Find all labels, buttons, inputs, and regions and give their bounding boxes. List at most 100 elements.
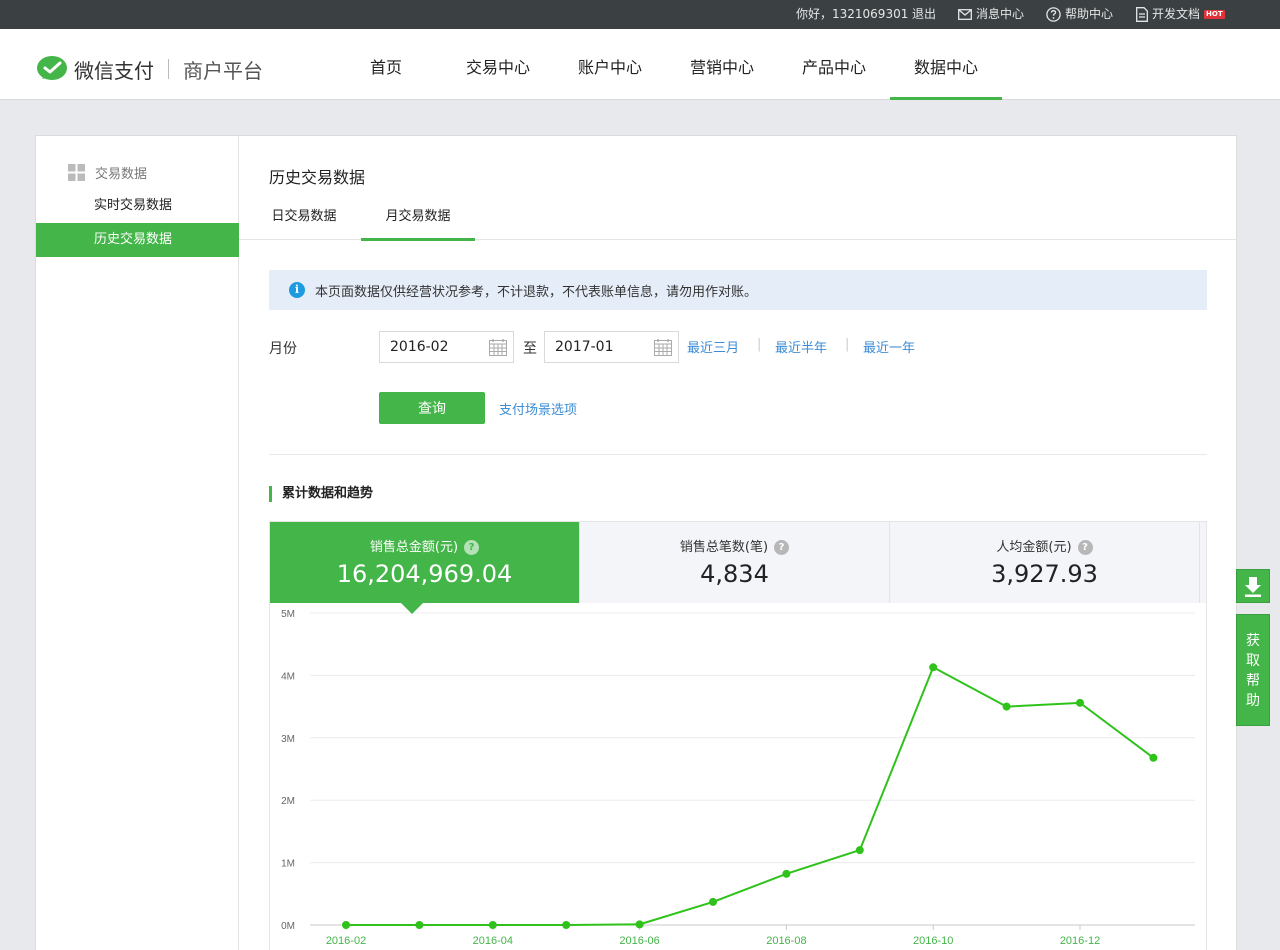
help-icon[interactable]: ?: [464, 540, 480, 555]
logo-subtitle: 商户平台: [183, 58, 263, 83]
section-title: 累计数据和趋势: [269, 486, 373, 502]
x-tick-label: 2016-02: [326, 935, 366, 947]
stat-per-capita[interactable]: 人均金额(元)? 3,927.93: [890, 522, 1200, 603]
y-tick-label: 0M: [281, 921, 295, 932]
mail-icon: [958, 9, 972, 20]
top-bar: 你好，1321069301 退出 消息中心 帮助中心 开发文档 HOT: [0, 0, 1280, 29]
stat-per-capita-label-row: 人均金额(元)?: [890, 536, 1199, 555]
nav-marketing-center[interactable]: 营销中心: [666, 29, 778, 100]
data-point: [855, 846, 864, 855]
help-char: 取: [1246, 653, 1260, 669]
stat-total-count[interactable]: 销售总笔数(笔)? 4,834: [580, 522, 890, 603]
nav-home[interactable]: 首页: [330, 29, 442, 100]
help-icon[interactable]: ?: [1077, 540, 1093, 555]
series-line: [346, 665, 1154, 926]
quick-range-separator: |: [845, 337, 850, 352]
sidebar: 交易数据 实时交易数据 历史交易数据: [36, 136, 239, 950]
help-char: 帮: [1246, 673, 1260, 689]
wechat-pay-logo-icon: [37, 56, 67, 80]
quick-range-1-year[interactable]: 最近一年: [863, 337, 915, 356]
y-tick-label: 3M: [281, 734, 295, 745]
stat-value: 16,204,969.04: [336, 560, 513, 588]
x-tick-label: 2016-12: [1060, 935, 1100, 947]
sidebar-item-history[interactable]: 历史交易数据: [36, 223, 239, 257]
main-nav: 首页 交易中心 账户中心 营销中心 产品中心 数据中心: [330, 29, 1002, 100]
y-tick-label: 4M: [281, 671, 295, 682]
stat-total-sales-label-row: 销售总金额(元)?: [270, 536, 579, 555]
section-divider: [269, 454, 1207, 455]
get-help-button[interactable]: 获 取 帮 助: [1236, 614, 1270, 726]
nav-trade-center[interactable]: 交易中心: [442, 29, 554, 100]
calendar-icon[interactable]: [654, 339, 672, 356]
data-point: [709, 897, 717, 906]
messages-label: 消息中心: [976, 7, 1025, 21]
help-label: 帮助中心: [1065, 7, 1114, 21]
nav-data-center[interactable]: 数据中心: [890, 29, 1002, 100]
download-button[interactable]: [1236, 569, 1270, 603]
x-tick-label: 2016-10: [913, 935, 953, 947]
start-month-input[interactable]: 2016-02: [379, 331, 514, 363]
messages-link[interactable]: 消息中心: [958, 0, 1024, 29]
question-circle-icon: [1046, 7, 1061, 22]
content-area: 历史交易数据 日交易数据 月交易数据 i 本页面数据仅供经营状况参考，不计退款，…: [239, 136, 1237, 950]
info-icon: i: [289, 282, 305, 298]
data-point: [782, 869, 791, 878]
help-char: 获: [1246, 633, 1260, 649]
month-label: 月份: [269, 341, 297, 357]
active-stat-pointer: [401, 603, 423, 614]
download-icon: [1245, 577, 1261, 597]
stat-label: 人均金额(元): [996, 540, 1072, 555]
help-char: 助: [1246, 693, 1260, 709]
stat-total-sales[interactable]: 销售总金额(元)? 16,204,969.04: [270, 522, 580, 603]
page-title: 历史交易数据: [269, 168, 366, 187]
payment-scene-options-link[interactable]: 支付场景选项: [499, 399, 577, 418]
stat-value: 3,927.93: [991, 560, 1098, 588]
data-point: [635, 920, 644, 929]
data-point: [1149, 753, 1158, 762]
logo[interactable]: 微信支付 商户平台: [36, 54, 263, 84]
tab-bar: 日交易数据 月交易数据: [239, 200, 1237, 241]
data-point: [342, 921, 350, 929]
data-point: [929, 663, 938, 672]
calendar-icon[interactable]: [489, 339, 507, 356]
to-label: 至: [523, 341, 537, 357]
help-link[interactable]: 帮助中心: [1046, 0, 1113, 29]
query-button[interactable]: 查询: [379, 392, 485, 424]
tab-daily[interactable]: 日交易数据: [269, 200, 339, 240]
tab-monthly[interactable]: 月交易数据: [361, 200, 475, 241]
logo-text: 微信支付: [74, 58, 154, 83]
notice-text: 本页面数据仅供经营状况参考，不计退款，不代表账单信息，请勿用作对账。: [315, 284, 758, 300]
x-tick-label: 2016-04: [473, 935, 513, 947]
quick-range-separator: |: [757, 337, 762, 352]
document-icon: [1136, 7, 1148, 22]
grid-icon: [68, 164, 85, 181]
data-point: [415, 921, 424, 929]
nav-account-center[interactable]: 账户中心: [554, 29, 666, 100]
quick-range-3-months[interactable]: 最近三月: [687, 337, 739, 356]
hot-badge: HOT: [1204, 10, 1225, 19]
y-tick-label: 1M: [281, 859, 295, 870]
stat-value: 4,834: [700, 560, 769, 588]
main-panel: 交易数据 实时交易数据 历史交易数据 历史交易数据 日交易数据 月交易数据 i …: [35, 135, 1237, 950]
notice-banner: i 本页面数据仅供经营状况参考，不计退款，不代表账单信息，请勿用作对账。: [269, 270, 1207, 310]
greeting-text: 你好，1321069301: [796, 7, 909, 21]
logout-link[interactable]: 退出: [912, 0, 936, 29]
data-point: [1076, 698, 1084, 707]
x-tick-label: 2016-08: [766, 935, 806, 947]
docs-label: 开发文档: [1152, 7, 1201, 21]
quick-range-6-months[interactable]: 最近半年: [775, 337, 827, 356]
docs-link[interactable]: 开发文档 HOT: [1136, 0, 1225, 29]
nav-product-center[interactable]: 产品中心: [778, 29, 890, 100]
end-month-input[interactable]: 2017-01: [544, 331, 679, 363]
stat-label: 销售总笔数(笔): [679, 540, 769, 555]
sidebar-item-realtime[interactable]: 实时交易数据: [36, 189, 239, 223]
sidebar-group-label: 交易数据: [95, 167, 148, 182]
stats-tabs: 销售总金额(元)? 16,204,969.04 销售总笔数(笔)? 4,834 …: [269, 521, 1207, 603]
help-icon[interactable]: ?: [774, 540, 790, 555]
y-tick-label: 5M: [281, 609, 295, 620]
line-chart: 0M 1M 2M 3M 4M 5M 2016-02 2016-04 2016-06 2016-08…: [281, 609, 1195, 947]
sidebar-group-trade-data: 交易数据: [68, 163, 147, 182]
stat-total-count-label-row: 销售总笔数(笔)?: [580, 536, 889, 555]
data-point: [1002, 702, 1011, 711]
trend-chart: 0M 1M 2M 3M 4M 5M 2016-02 2016-04 2016-06 2016-08…: [269, 603, 1207, 950]
